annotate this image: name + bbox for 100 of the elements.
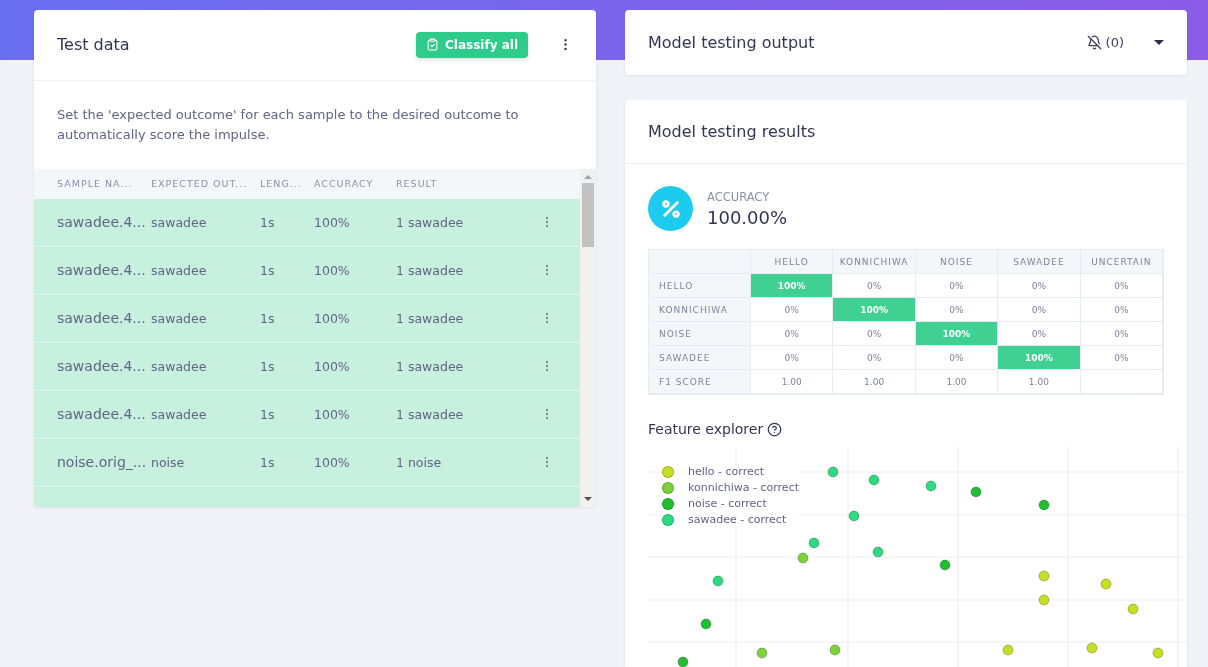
matrix-cell: 0% [998, 322, 1081, 346]
accuracy-label: ACCURACY [707, 189, 771, 204]
table-cell-text: noise [151, 454, 186, 470]
matrix-cell: 100% [833, 298, 916, 322]
matrix-header: NOISE [915, 250, 999, 274]
matrix-cell: 0% [833, 346, 916, 370]
matrix-cell: 0% [915, 346, 999, 370]
data-point [1100, 578, 1112, 590]
matrix-header: HELLO [751, 250, 834, 274]
column-header: LENG... [260, 178, 303, 190]
data-point [808, 537, 820, 549]
table-cell-text: 100% [314, 214, 351, 230]
matrix-cell: 0% [751, 322, 834, 346]
column-header: EXPECTED OUT... [151, 178, 249, 190]
help-icon[interactable] [767, 421, 783, 437]
data-point [829, 644, 841, 656]
data-point [939, 559, 951, 571]
data-point [868, 474, 880, 486]
table-cell-text: 100% [314, 310, 351, 326]
data-point [1038, 499, 1050, 511]
data-point [677, 656, 689, 667]
table-cell-text: 1s [260, 214, 276, 230]
notifications-button[interactable]: (0) [1086, 35, 1124, 50]
table-cell-text: 1 sawadee [396, 358, 465, 374]
matrix-cell: 1.00 [833, 370, 916, 394]
clipboard-check-icon [426, 38, 440, 52]
data-point [1002, 644, 1014, 656]
data-point [756, 647, 768, 659]
legend-label: hello - correct [688, 465, 765, 478]
table-cell-text: sawadee.4... [57, 310, 147, 327]
table-cell-text: sawadee.4... [57, 406, 147, 423]
table-cell-text: sawadee.4... [57, 358, 147, 375]
table-cell-text: 1 noise [396, 454, 443, 470]
data-point [1086, 642, 1098, 654]
data-point [848, 510, 860, 522]
matrix-row-label: KONNICHIWA [649, 298, 751, 322]
table-cell-text: 1s [260, 454, 276, 470]
matrix-cell: 100% [751, 274, 834, 298]
table-cell-text: sawadee [151, 262, 208, 278]
table-cell-text: 1s [260, 262, 276, 278]
data-point [1038, 570, 1050, 582]
table-cell-text: noise.orig_... [57, 454, 148, 471]
data-point [1152, 647, 1164, 659]
matrix-header: KONNICHIWA [833, 250, 916, 274]
matrix-cell: 0% [998, 298, 1081, 322]
table-cell-text: 1 sawadee [396, 262, 465, 278]
matrix-header: UNCERTAIN [1080, 250, 1163, 274]
matrix-row-label: F1 SCORE [649, 370, 751, 394]
table-cell-text: 1s [260, 358, 276, 374]
percent-icon [648, 186, 693, 231]
table-cell-text: 100% [314, 262, 351, 278]
column-header: SAMPLE NA... [57, 178, 134, 190]
matrix-cell: 100% [915, 322, 999, 346]
table-cell-text: sawadee.4... [57, 214, 147, 231]
matrix-row-label: HELLO [649, 274, 751, 298]
table-cell-text: sawadee.4... [57, 262, 147, 279]
description-text: Set the 'expected outcome' for each sample to the desired outcome to automatically score the impulse. [56, 105, 520, 144]
table-cell-text: 1 sawadee [396, 214, 465, 230]
card-title: Test data [57, 35, 131, 55]
matrix-cell: 0% [915, 298, 999, 322]
table-cell-text: sawadee [151, 358, 208, 374]
matrix-header: SAWADEE [998, 250, 1081, 274]
legend-label: sawadee - correct [688, 513, 787, 526]
matrix-cell: 0% [915, 274, 999, 298]
legend-label: noise - correct [688, 497, 767, 510]
matrix-cell: 1.00 [998, 370, 1081, 394]
table-cell-text: 1s [260, 310, 276, 326]
accuracy-value: 100.00% [707, 206, 788, 228]
matrix-cell: 0% [1080, 298, 1163, 322]
table-cell-text: sawadee [151, 310, 208, 326]
table-cell-text: 1 sawadee [396, 310, 465, 326]
data-point [700, 618, 712, 630]
column-header: RESULT [396, 178, 439, 190]
matrix-cell: 1.00 [751, 370, 834, 394]
table-cell-text: 100% [314, 406, 351, 422]
scrollbar[interactable] [580, 168, 596, 507]
table-cell-text: 100% [314, 358, 351, 374]
legend-label: konnichiwa - correct [688, 481, 799, 494]
data-point [827, 466, 839, 478]
table-cell-text: sawadee [151, 406, 208, 422]
card-title: Model testing results [648, 122, 817, 141]
matrix-row-label: NOISE [649, 322, 751, 346]
matrix-cell: 0% [751, 346, 834, 370]
data-point [712, 575, 724, 587]
card-title: Model testing output [648, 33, 816, 52]
matrix-cell: 0% [998, 274, 1081, 298]
matrix-cell: 100% [998, 346, 1081, 370]
data-point [925, 480, 937, 492]
matrix-cell: 0% [833, 274, 916, 298]
data-point [970, 486, 982, 498]
table-cell-text: 1s [260, 406, 276, 422]
matrix-cell: 0% [1080, 274, 1163, 298]
data-point [1038, 594, 1050, 606]
data-point [872, 546, 884, 558]
bell-off-icon [1086, 35, 1102, 50]
data-point [797, 552, 809, 564]
table-cell-text: 1 sawadee [396, 406, 465, 422]
table-cell-text: 100% [314, 454, 351, 470]
caret-icon[interactable] [1154, 40, 1164, 45]
matrix-cell: 1.00 [915, 370, 999, 394]
